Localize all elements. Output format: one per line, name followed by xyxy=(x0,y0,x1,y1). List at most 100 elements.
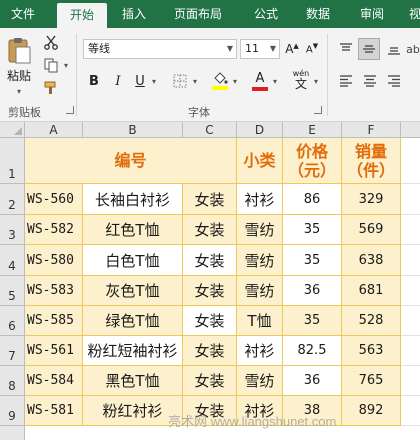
row-header-7[interactable]: 7 xyxy=(0,336,25,366)
border-button[interactable] xyxy=(170,71,190,91)
cut-button[interactable] xyxy=(40,32,62,52)
phonetic-button[interactable]: wén 文 xyxy=(290,68,312,92)
cell-sales[interactable]: 563 xyxy=(342,336,401,366)
cell-code[interactable]: WS-583 xyxy=(25,276,83,306)
cell-sales[interactable]: 892 xyxy=(342,396,401,426)
bold-button[interactable]: B xyxy=(85,71,103,91)
tab-view[interactable]: 视 xyxy=(405,0,420,28)
format-painter-button[interactable] xyxy=(40,78,62,98)
cell-code[interactable]: WS-581 xyxy=(25,396,83,426)
cell-category[interactable]: 衬衫 xyxy=(237,184,283,215)
header-category[interactable]: 小类 xyxy=(237,138,283,184)
row-header-9[interactable]: 9 xyxy=(0,396,25,426)
table-cell[interactable] xyxy=(401,306,420,336)
column-header-b[interactable]: B xyxy=(83,122,183,138)
align-top-button[interactable] xyxy=(336,39,356,59)
column-header-f[interactable]: F xyxy=(342,122,401,138)
column-header-c[interactable]: C xyxy=(183,122,237,138)
cell-sales[interactable]: 329 xyxy=(342,184,401,215)
row-header-5[interactable]: 5 xyxy=(0,276,25,306)
cell-department[interactable]: 女装 xyxy=(183,336,237,366)
cell-category[interactable]: 雪纺 xyxy=(237,245,283,276)
row-header-10[interactable] xyxy=(0,426,25,440)
cell-code[interactable]: WS-584 xyxy=(25,366,83,396)
cell-sales[interactable]: 528 xyxy=(342,306,401,336)
cell-category[interactable]: 雪纺 xyxy=(237,276,283,306)
row-header-1[interactable]: 1 xyxy=(0,138,25,184)
cell-department[interactable]: 女装 xyxy=(183,306,237,336)
cell-sales[interactable]: 681 xyxy=(342,276,401,306)
tab-file[interactable]: 文件 xyxy=(6,0,40,28)
cell-price[interactable]: 82.5 xyxy=(283,336,342,366)
cell-sales[interactable]: 765 xyxy=(342,366,401,396)
table-cell[interactable] xyxy=(401,215,420,245)
font-dialog-launcher[interactable] xyxy=(314,106,322,114)
table-cell[interactable] xyxy=(401,184,420,215)
cell-sales[interactable]: 569 xyxy=(342,215,401,245)
header-price[interactable]: 价格 （元） xyxy=(283,138,342,184)
select-all-corner[interactable] xyxy=(0,122,25,138)
table-cell[interactable] xyxy=(401,138,420,184)
copy-dropdown-arrow[interactable]: ▾ xyxy=(62,59,70,71)
table-cell[interactable] xyxy=(401,336,420,366)
cell-department[interactable]: 女装 xyxy=(183,276,237,306)
cell-department[interactable]: 女装 xyxy=(183,215,237,245)
table-cell[interactable] xyxy=(401,396,420,426)
row-header-3[interactable]: 3 xyxy=(0,215,25,245)
font-size-combo[interactable]: 11 ▼ xyxy=(240,39,280,59)
align-bottom-button[interactable] xyxy=(384,39,404,59)
italic-button[interactable]: I xyxy=(109,71,127,91)
cell-code[interactable]: WS-560 xyxy=(25,184,83,215)
column-header-d[interactable]: D xyxy=(237,122,283,138)
cell-product[interactable]: 长袖白衬衫 xyxy=(83,184,183,215)
table-cell[interactable] xyxy=(401,276,420,306)
row-header-4[interactable]: 4 xyxy=(0,245,25,276)
table-cell[interactable] xyxy=(401,366,420,396)
header-code[interactable]: 编号 xyxy=(25,138,237,184)
cell-product[interactable]: 绿色T恤 xyxy=(83,306,183,336)
cell-product[interactable]: 灰色T恤 xyxy=(83,276,183,306)
font-color-dropdown-arrow[interactable]: ▾ xyxy=(271,75,279,87)
cell-product[interactable]: 白色T恤 xyxy=(83,245,183,276)
tab-insert[interactable]: 插入 xyxy=(114,0,154,28)
cell-sales[interactable]: 638 xyxy=(342,245,401,276)
cell-department[interactable]: 女装 xyxy=(183,184,237,215)
cell-price[interactable]: 86 xyxy=(283,184,342,215)
cell-department[interactable]: 女装 xyxy=(183,245,237,276)
fill-color-button[interactable] xyxy=(210,70,230,92)
fill-color-dropdown-arrow[interactable]: ▾ xyxy=(231,75,239,87)
wrap-text-button[interactable]: ab xyxy=(406,39,420,59)
column-header-g[interactable] xyxy=(401,122,420,138)
tab-home[interactable]: 开始 xyxy=(57,3,107,28)
column-header-a[interactable]: A xyxy=(25,122,83,138)
cell-code[interactable]: WS-580 xyxy=(25,245,83,276)
paste-button[interactable]: 粘贴 xyxy=(4,32,34,88)
underline-dropdown-arrow[interactable]: ▾ xyxy=(150,75,158,87)
cell-price[interactable]: 35 xyxy=(283,215,342,245)
row-header-2[interactable]: 2 xyxy=(0,184,25,215)
cell-category[interactable]: 衬衫 xyxy=(237,336,283,366)
align-right-button[interactable] xyxy=(384,71,404,91)
paste-dropdown-arrow[interactable]: ▾ xyxy=(14,86,24,96)
tab-review[interactable]: 审阅 xyxy=(352,0,392,28)
cell-code[interactable]: WS-582 xyxy=(25,215,83,245)
align-middle-button[interactable] xyxy=(358,38,380,60)
cell-category[interactable]: 雪纺 xyxy=(237,366,283,396)
align-left-button[interactable] xyxy=(336,71,356,91)
phonetic-dropdown-arrow[interactable]: ▾ xyxy=(312,75,320,87)
cell-price[interactable]: 36 xyxy=(283,276,342,306)
tab-data[interactable]: 数据 xyxy=(298,0,338,28)
border-dropdown-arrow[interactable]: ▾ xyxy=(191,75,199,87)
header-sales[interactable]: 销量 （件） xyxy=(342,138,401,184)
cell-price[interactable]: 35 xyxy=(283,306,342,336)
cell-price[interactable]: 35 xyxy=(283,245,342,276)
cell-product[interactable]: 粉红短袖衬衫 xyxy=(83,336,183,366)
cell-category[interactable]: 雪纺 xyxy=(237,215,283,245)
cell-department[interactable]: 女装 xyxy=(183,366,237,396)
cell-code[interactable]: WS-585 xyxy=(25,306,83,336)
table-cell[interactable] xyxy=(401,245,420,276)
align-center-button[interactable] xyxy=(360,71,380,91)
font-color-button[interactable]: A xyxy=(250,70,270,92)
column-header-e[interactable]: E xyxy=(283,122,342,138)
clipboard-dialog-launcher[interactable] xyxy=(66,106,74,114)
